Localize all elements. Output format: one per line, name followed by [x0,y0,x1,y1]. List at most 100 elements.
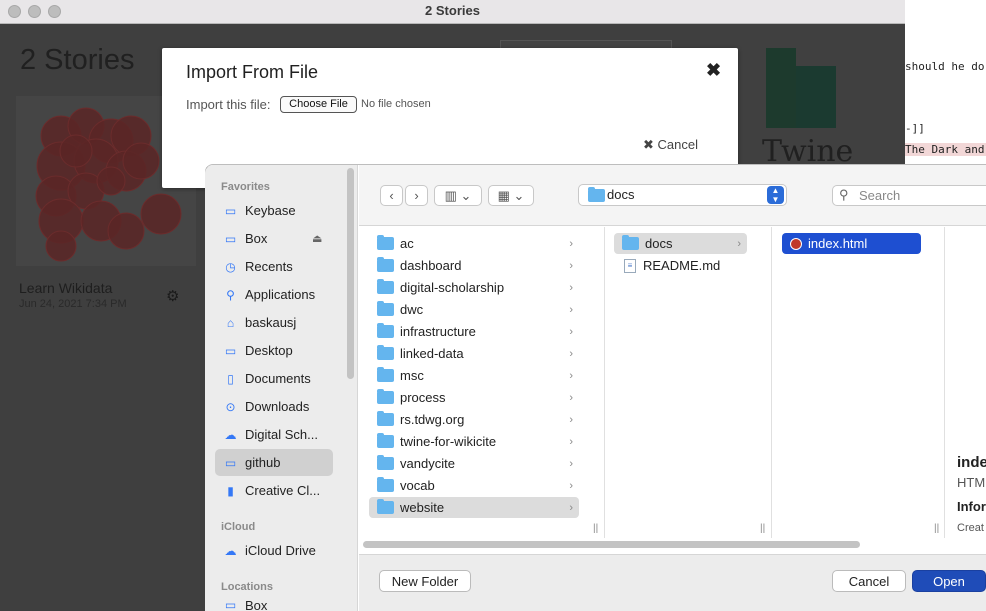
sidebar-item-documents[interactable]: ▯ Documents [215,365,333,392]
folder-icon [377,345,394,360]
browser-column-3 [772,227,945,538]
gear-icon[interactable]: ⚙ [166,287,179,305]
chevron-right-icon: › [569,501,573,514]
chevron-right-icon: › [569,391,573,404]
new-folder-button[interactable]: New Folder [379,570,471,592]
preview-filename: inde [957,454,986,471]
sidebar-item-home[interactable]: ⌂ baskausj [215,309,333,336]
folder-icon [377,411,394,426]
sidebar-item-github[interactable]: ▭ github [215,449,333,476]
sidebar-item-icloud-drive[interactable]: ☁ iCloud Drive [215,537,333,564]
folder-icon [377,433,394,448]
sidebar-item-creative-cloud[interactable]: ▮ Creative Cl... [215,477,333,504]
clock-icon: ◷ [225,259,236,274]
group-button[interactable]: ▦ ⌄ [488,185,534,206]
search-input[interactable] [832,185,986,206]
list-item[interactable]: dashboard › [369,255,579,276]
close-icon: ✖ [643,137,654,152]
list-item-selected[interactable]: index.html [782,233,921,254]
sidebar-item-label: Documents [245,371,311,386]
columns-icon: ▥ ⌄ [444,187,472,203]
sidebar-item-label: Applications [245,287,316,302]
chevron-right-icon: › [569,369,573,382]
chevron-right-icon: › [569,457,573,470]
preview-created-label: Creat [957,522,984,534]
modal-cancel-label: Cancel [657,137,698,152]
folder-icon [377,367,394,382]
eject-icon[interactable]: ⏏ [312,232,322,245]
view-mode-button[interactable]: ▥ ⌄ [434,185,482,206]
column-resize-handle[interactable]: || [934,523,939,534]
no-file-text: No file chosen [361,98,431,110]
chevron-right-icon: › [569,413,573,426]
back-button[interactable]: ‹ [380,185,403,206]
list-item[interactable]: dwc › [369,299,579,320]
sidebar-scrollbar[interactable] [347,168,354,379]
list-item-label: dashboard [400,258,462,273]
search-placeholder: Search [859,188,901,203]
cloud-icon: ☁ [224,427,237,442]
choose-file-button[interactable]: Choose File [280,96,357,113]
list-item[interactable]: twine-for-wikicite › [369,431,579,452]
list-item[interactable]: vocab › [369,475,579,496]
library-heading: 2 Stories [20,44,135,76]
sidebar-item-keybase[interactable]: ▭ Keybase [215,197,333,224]
sidebar-item-label: Box [245,231,268,246]
list-item[interactable]: vandycite › [369,453,579,474]
modal-cancel-button[interactable]: ✖ Cancel [643,137,698,153]
sidebar-item-recents[interactable]: ◷ Recents [215,253,333,280]
folder-icon: ▭ [224,455,237,470]
list-item-label: vandycite [400,456,455,471]
location-label: docs [607,187,635,202]
open-button[interactable]: Open [912,570,986,592]
list-item[interactable]: rs.tdwg.org › [369,409,579,430]
forward-button[interactable]: › [405,185,428,206]
twine-logo-shape [796,66,836,128]
sidebar-header-locations: Locations [221,581,273,593]
list-item[interactable]: ≡ README.md [614,255,747,276]
sidebar-item-box[interactable]: ▭ Box ⏏ [215,225,333,252]
chevron-right-icon: › [414,188,419,203]
folder-icon [377,455,394,470]
sidebar-item-label: Desktop [245,343,293,358]
sidebar-item-digital-scholarship[interactable]: ☁ Digital Sch... [215,421,333,448]
list-item[interactable]: process › [369,387,579,408]
cancel-button[interactable]: Cancel [832,570,906,592]
window-title: 2 Stories [425,3,480,18]
list-item-label: linked-data [400,346,464,361]
column-resize-handle[interactable]: || [593,523,598,534]
list-item-label: index.html [808,236,868,251]
list-item[interactable]: docs › [614,233,747,254]
chevron-right-icon: › [569,435,573,448]
list-item[interactable]: ac › [369,233,579,254]
drive-icon: ▭ [224,231,237,246]
sidebar-item-label: Keybase [245,203,296,218]
list-item[interactable]: linked-data › [369,343,579,364]
column-resize-handle[interactable]: || [760,523,765,534]
sidebar-item-label: Box [245,598,268,611]
list-item-label: twine-for-wikicite [400,434,497,449]
download-icon: ⊙ [225,399,236,414]
list-item[interactable]: msc › [369,365,579,386]
html-file-icon [790,237,802,250]
sidebar-item-desktop[interactable]: ▭ Desktop [215,337,333,364]
code-line: -]] [905,122,925,135]
sidebar-item-label: github [245,455,281,470]
sidebar-item-label: baskausj [245,315,297,330]
horizontal-scrollbar[interactable] [363,541,860,548]
sidebar-item-downloads[interactable]: ⊙ Downloads [215,393,333,420]
sidebar-item-label: Digital Sch... [245,427,318,442]
list-item-label: vocab [400,478,435,493]
list-item-label: msc [400,368,424,383]
list-item[interactable]: website › [369,497,579,518]
preview-kind: HTM [957,475,986,490]
sidebar-item-label: iCloud Drive [245,543,316,558]
sidebar-item-location-box[interactable]: ▭ Box [215,598,333,611]
list-item[interactable]: infrastructure › [369,321,579,342]
story-title[interactable]: Learn Wikidata [19,280,112,296]
chevron-left-icon: ‹ [389,188,394,203]
sidebar-item-label: Recents [245,259,293,274]
sidebar-item-applications[interactable]: ⚲ Applications [215,281,333,308]
list-item[interactable]: digital-scholarship › [369,277,579,298]
close-icon[interactable]: ✖ [706,60,721,81]
